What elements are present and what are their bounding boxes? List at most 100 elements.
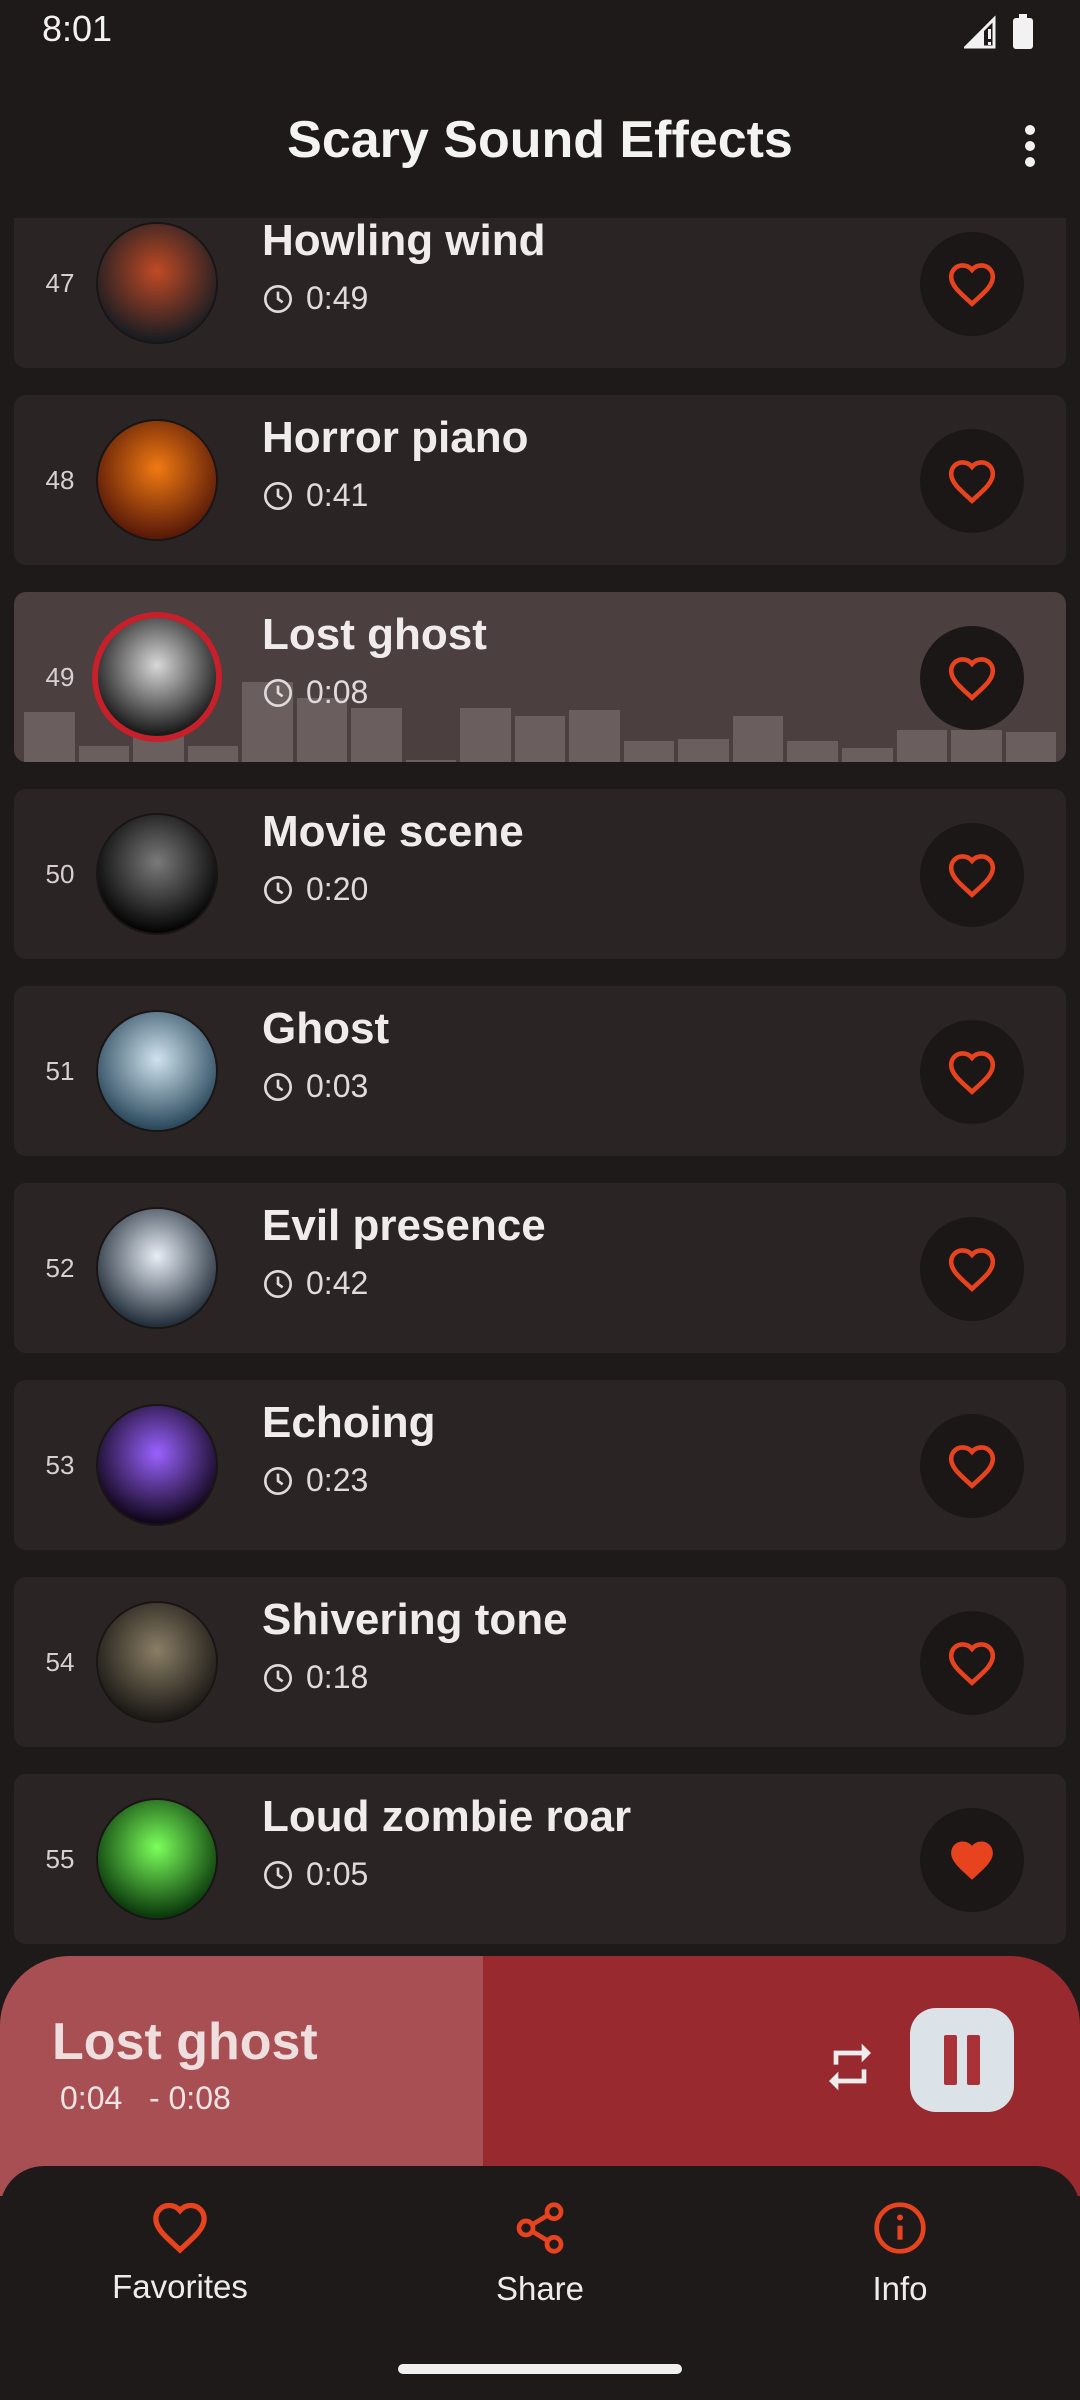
share-icon (516, 2202, 564, 2254)
sound-duration-wrap: 0:42 (262, 1265, 368, 1302)
sound-duration-wrap: 0:20 (262, 871, 368, 908)
sound-number: 55 (45, 1843, 75, 1874)
sound-row[interactable]: 51 Ghost 0:03 (14, 986, 1066, 1156)
heart-outline-icon (948, 1642, 996, 1686)
clock-icon (264, 1269, 292, 1298)
sound-number: 51 (45, 1055, 75, 1086)
sound-title: Howling wind (262, 216, 546, 265)
clock-icon (264, 1072, 292, 1101)
sound-title: Evil presence (262, 1201, 546, 1250)
favorite-button[interactable] (920, 1414, 1024, 1518)
clock-icon (264, 481, 292, 510)
favorite-button[interactable] (920, 823, 1024, 927)
equalizer-bar (514, 715, 566, 762)
equalizer-bar (896, 730, 948, 762)
sound-thumbnail (98, 618, 216, 736)
sound-thumbnail (98, 1406, 216, 1524)
sound-row[interactable]: 47 Howling wind 0:49 (14, 198, 1066, 368)
sound-duration-wrap: 0:05 (262, 1856, 368, 1893)
playback-progress (0, 1956, 483, 2196)
nav-info[interactable]: Info (760, 2200, 1040, 2308)
nav-info-label: Info (872, 2270, 928, 2307)
heart-outline-icon (948, 263, 996, 307)
status-icons (962, 14, 1034, 55)
now-playing-title: Lost ghost (52, 2013, 318, 2071)
sound-row[interactable]: 50 Movie scene 0:20 (14, 789, 1066, 959)
clock-icon (264, 678, 292, 707)
sound-title: Shivering tone (262, 1595, 568, 1644)
nav-favorites[interactable]: Favorites (40, 2200, 320, 2306)
sound-duration-wrap: 0:49 (262, 280, 368, 317)
clock-icon (264, 1466, 292, 1495)
sound-thumbnail (98, 815, 216, 933)
sound-duration: 0:42 (306, 1265, 369, 1301)
now-playing-bar[interactable]: Lost ghost 0:04 - 0:08 (0, 1956, 1080, 2196)
sound-number: 54 (45, 1646, 75, 1677)
equalizer-bar (460, 707, 511, 762)
sound-duration-wrap: 0:18 (262, 1659, 368, 1696)
sound-duration: 0:08 (306, 674, 369, 710)
sound-row[interactable]: 49 Lost ghost 0:08 (14, 592, 1066, 762)
sound-row[interactable]: 53 Echoing 0:23 (14, 1380, 1066, 1550)
clock-icon (264, 1663, 292, 1692)
sound-duration: 0:49 (306, 280, 369, 316)
heart-outline-icon (948, 1051, 996, 1095)
sound-duration: 0:03 (306, 1068, 369, 1104)
sound-duration-wrap: 0:08 (262, 674, 368, 711)
equalizer-bar (841, 748, 893, 762)
overflow-menu-button[interactable] (1000, 110, 1060, 182)
heart-outline-icon (153, 2202, 207, 2254)
sound-duration-wrap: 0:23 (262, 1462, 368, 1499)
page-title: Scary Sound Effects (287, 111, 793, 169)
more-vert-icon (1025, 125, 1035, 167)
equalizer-bar (678, 738, 729, 762)
sound-row[interactable]: 52 Evil presence 0:42 (14, 1183, 1066, 1353)
info-icon (874, 2202, 926, 2254)
sound-duration-wrap: 0:41 (262, 477, 368, 514)
equalizer-bar (133, 731, 184, 762)
heart-outline-icon (948, 854, 996, 898)
elapsed-time: 0:04 (60, 2080, 123, 2116)
favorite-button[interactable] (920, 1217, 1024, 1321)
nav-share-label: Share (495, 2270, 585, 2307)
nav-share[interactable]: Share (400, 2200, 680, 2308)
sound-duration: 0:23 (306, 1462, 369, 1498)
clock-icon (264, 1860, 292, 1889)
sound-number: 50 (45, 858, 75, 889)
status-time: 8:01 (42, 8, 113, 49)
home-indicator (398, 2364, 682, 2374)
sound-row[interactable]: 48 Horror piano 0:41 (14, 395, 1066, 565)
equalizer-bar (787, 741, 838, 762)
heart-outline-icon (948, 657, 996, 701)
clock-icon (264, 875, 292, 904)
equalizer-bar (951, 730, 1002, 762)
sound-row[interactable]: 55 Loud zombie roar 0:05 (14, 1774, 1066, 1944)
favorite-button[interactable] (920, 1020, 1024, 1124)
now-playing-time: 0:04 - 0:08 (60, 2080, 231, 2117)
favorite-button[interactable] (920, 232, 1024, 336)
heart-outline-icon (948, 460, 996, 504)
status-bar: 8:01 (0, 0, 1080, 66)
sound-number: 48 (45, 464, 75, 495)
pause-button[interactable] (910, 2008, 1014, 2112)
favorite-button[interactable] (920, 1611, 1024, 1715)
favorite-button[interactable] (920, 1808, 1024, 1912)
sound-row[interactable]: 54 Shivering tone 0:18 (14, 1577, 1066, 1747)
sound-number: 52 (45, 1252, 75, 1283)
sound-duration: 0:18 (306, 1659, 369, 1695)
sound-thumbnail (98, 1012, 216, 1130)
repeat-icon (829, 2043, 871, 2091)
heart-outline-icon (948, 1248, 996, 1292)
sound-number: 49 (45, 661, 75, 692)
sound-thumbnail (98, 1209, 216, 1327)
repeat-button[interactable] (815, 2032, 885, 2102)
sound-thumbnail (98, 1603, 216, 1721)
sound-title: Horror piano (262, 413, 529, 462)
sound-thumbnail (98, 224, 216, 342)
favorite-button[interactable] (920, 626, 1024, 730)
heart-filled-icon (951, 1841, 993, 1880)
app-bar: Scary Sound Effects (0, 66, 1080, 218)
favorite-button[interactable] (920, 429, 1024, 533)
sound-number: 47 (45, 267, 75, 298)
equalizer-bar (1005, 731, 1057, 762)
